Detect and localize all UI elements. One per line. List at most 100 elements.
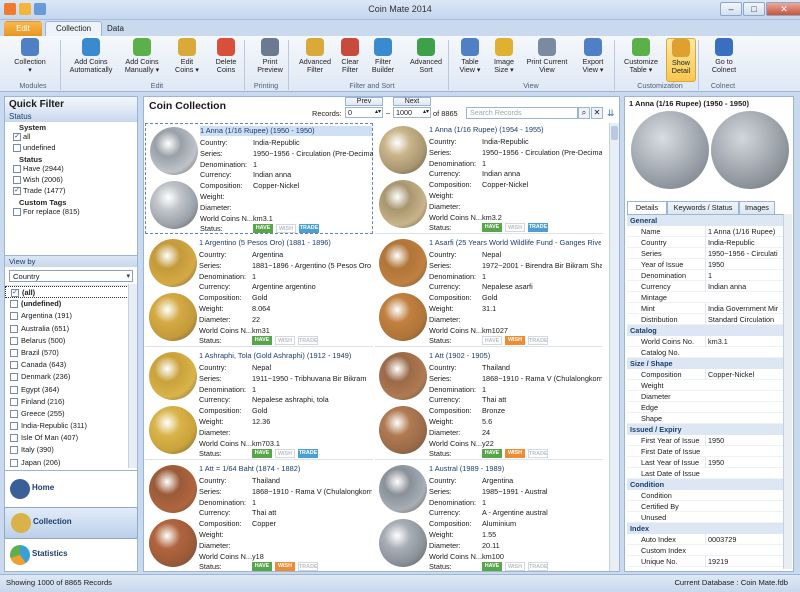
system-filter-item[interactable]: ✓ all (5, 132, 137, 143)
clear-search-icon[interactable]: ✕ (591, 107, 603, 119)
ribbon-button-add-coins-1[interactable]: Add Coins Automatically (66, 38, 116, 82)
search-icon[interactable]: ⌕ (578, 107, 590, 119)
country-item[interactable]: Japan (206) (5, 457, 137, 468)
coin-obverse-image[interactable] (379, 465, 427, 513)
ribbon-button-filter-8[interactable]: Filter Builder (366, 38, 400, 82)
wish-tag[interactable]: WISH (275, 336, 295, 346)
country-item[interactable]: Egypt (364) (5, 384, 137, 396)
coin-obverse-image[interactable] (379, 352, 427, 400)
have-tag[interactable]: HAVE (252, 449, 272, 459)
coin-card[interactable]: 1 Argentino (5 Pesos Oro) (1881 - 1896) C… (145, 236, 373, 347)
property-row[interactable]: First Year of Issue 1950 (627, 435, 783, 446)
records-from-field[interactable]: 0 ▴▾ (345, 107, 383, 118)
checkbox[interactable] (10, 324, 18, 333)
property-row[interactable]: Last Year of Issue 1950 (627, 457, 783, 468)
wish-tag[interactable]: WISH (505, 336, 525, 346)
coin-card[interactable]: 1 Anna (1/16 Rupee) (1954 - 1955) Country… (375, 123, 603, 234)
checkbox[interactable] (13, 208, 21, 216)
trade-tag[interactable]: TRADE (298, 449, 318, 459)
property-scrollbar[interactable] (783, 214, 792, 569)
property-value[interactable]: 1950~1956 - Circulati (705, 248, 783, 259)
trade-tag[interactable]: TRADE (528, 449, 548, 459)
country-item[interactable]: Italy (390) (5, 444, 137, 456)
coin-title[interactable]: 1 Anna (1/16 Rupee) (1950 - 1950) (200, 126, 372, 136)
status-filter-item[interactable]: Wish (2006) (5, 175, 137, 186)
property-value[interactable]: 1 Anna (1/16 Rupee) (705, 226, 783, 237)
property-row[interactable]: Unique No. 19219 (627, 556, 783, 567)
coin-card[interactable]: 1 Att (1902 - 1905) Country: Thailand Serie… (375, 349, 603, 460)
status-filter-item[interactable]: ✓ Trade (1477) (5, 186, 137, 197)
ribbon-button-clear-7[interactable]: Clear Filter (336, 38, 364, 82)
trade-tag[interactable]: TRADE (528, 336, 548, 346)
country-item[interactable]: (undefined) (5, 298, 137, 310)
checkbox[interactable] (13, 176, 21, 184)
status-filter-item[interactable]: Have (2944) (5, 164, 137, 175)
wish-tag[interactable]: WISH (505, 223, 525, 233)
have-tag[interactable]: HAVE (482, 336, 502, 346)
scroll-thumb[interactable] (611, 126, 618, 140)
coin-reverse-image[interactable] (150, 181, 198, 229)
tab-images[interactable]: Images (739, 201, 775, 214)
coin-reverse-image[interactable] (149, 519, 197, 567)
checkbox[interactable] (10, 422, 18, 431)
ribbon-button-image-11[interactable]: Image Size ▾ (490, 38, 518, 82)
property-row[interactable]: Catalog No. (627, 347, 783, 358)
property-row[interactable]: Composition Copper-Nickel (627, 369, 783, 380)
ribbon-button-customize-14[interactable]: Customize Table ▾ (622, 38, 660, 82)
country-item[interactable]: Finland (216) (5, 396, 137, 408)
property-row[interactable]: Mintage (627, 292, 783, 303)
property-value[interactable]: 1 (705, 270, 783, 281)
have-tag[interactable]: HAVE (252, 562, 272, 571)
coin-card[interactable]: 1 Anna (1/16 Rupee) (1950 - 1950) Country… (145, 123, 373, 234)
property-row[interactable]: World Coins No. km3.1 (627, 336, 783, 347)
tag-filter-item[interactable]: For replace (815) (5, 207, 137, 218)
property-value[interactable]: 1950 (705, 259, 783, 270)
coin-reverse-image[interactable] (379, 293, 427, 341)
coin-obverse-image[interactable] (149, 352, 197, 400)
wish-tag[interactable]: WISH (505, 562, 525, 571)
ribbon-button-advanced-6[interactable]: Advanced Filter (296, 38, 334, 82)
country-item[interactable]: Brazil (570) (5, 347, 137, 359)
ribbon-button-show-15[interactable]: Show Detail (666, 38, 696, 82)
property-category[interactable]: Condition (627, 479, 783, 490)
property-value[interactable]: 1950 (705, 435, 783, 446)
nav-collection[interactable]: Collection (4, 507, 138, 539)
ribbon-button-delete-4[interactable]: Delete Coins (208, 38, 244, 82)
coin-card[interactable]: 1 Austral (1989 - 1989) Country: Argentina… (375, 462, 603, 571)
property-category[interactable]: Catalog (627, 325, 783, 336)
country-item[interactable]: Greece (255) (5, 408, 137, 420)
coin-obverse-image[interactable] (631, 111, 709, 189)
wish-tag[interactable]: WISH (275, 562, 295, 571)
property-value[interactable]: km3.1 (705, 336, 783, 347)
checkbox[interactable]: ✓ (11, 289, 19, 297)
property-category[interactable]: Index (627, 523, 783, 534)
wish-tag[interactable]: WISH (276, 224, 296, 234)
property-row[interactable]: Mint India Government Mir (627, 303, 783, 314)
property-row[interactable]: Condition (627, 490, 783, 501)
search-input[interactable]: Search Records (466, 107, 578, 119)
property-row[interactable]: Series 1950~1956 - Circulati (627, 248, 783, 259)
property-row[interactable]: First Date of Issue (627, 446, 783, 457)
property-row[interactable]: Edge (627, 402, 783, 413)
property-row[interactable]: Distribution Standard Circulation (627, 314, 783, 325)
tab-keywords-status[interactable]: Keywords / Status (667, 201, 739, 214)
property-value[interactable]: India Government Mir (705, 303, 783, 314)
checkbox[interactable] (10, 348, 18, 357)
close-button[interactable]: ✕ (766, 2, 800, 16)
country-item[interactable]: Canada (643) (5, 359, 137, 371)
coin-reverse-image[interactable] (379, 406, 427, 454)
coin-title[interactable]: 1 Asarfi (25 Years World Wildlife Fund -… (429, 238, 601, 248)
checkbox[interactable]: ✓ (13, 187, 21, 195)
checkbox[interactable] (10, 446, 18, 455)
coin-obverse-image[interactable] (149, 465, 197, 513)
system-filter-item[interactable]: undefined (5, 143, 137, 154)
coin-title[interactable]: 1 Argentino (5 Pesos Oro) (1881 - 1896) (199, 238, 371, 248)
coin-title[interactable]: 1 Austral (1989 - 1989) (429, 464, 601, 474)
checkbox[interactable] (13, 165, 21, 173)
coin-title[interactable]: 1 Anna (1/16 Rupee) (1954 - 1955) (429, 125, 601, 135)
checkbox[interactable] (10, 312, 18, 321)
checkbox[interactable] (10, 385, 18, 394)
coin-reverse-image[interactable] (379, 180, 427, 228)
coin-card[interactable]: 1 Ashraphi, Tola (Gold Ashraphi) (1912 -… (145, 349, 373, 460)
wish-tag[interactable]: WISH (275, 449, 295, 459)
